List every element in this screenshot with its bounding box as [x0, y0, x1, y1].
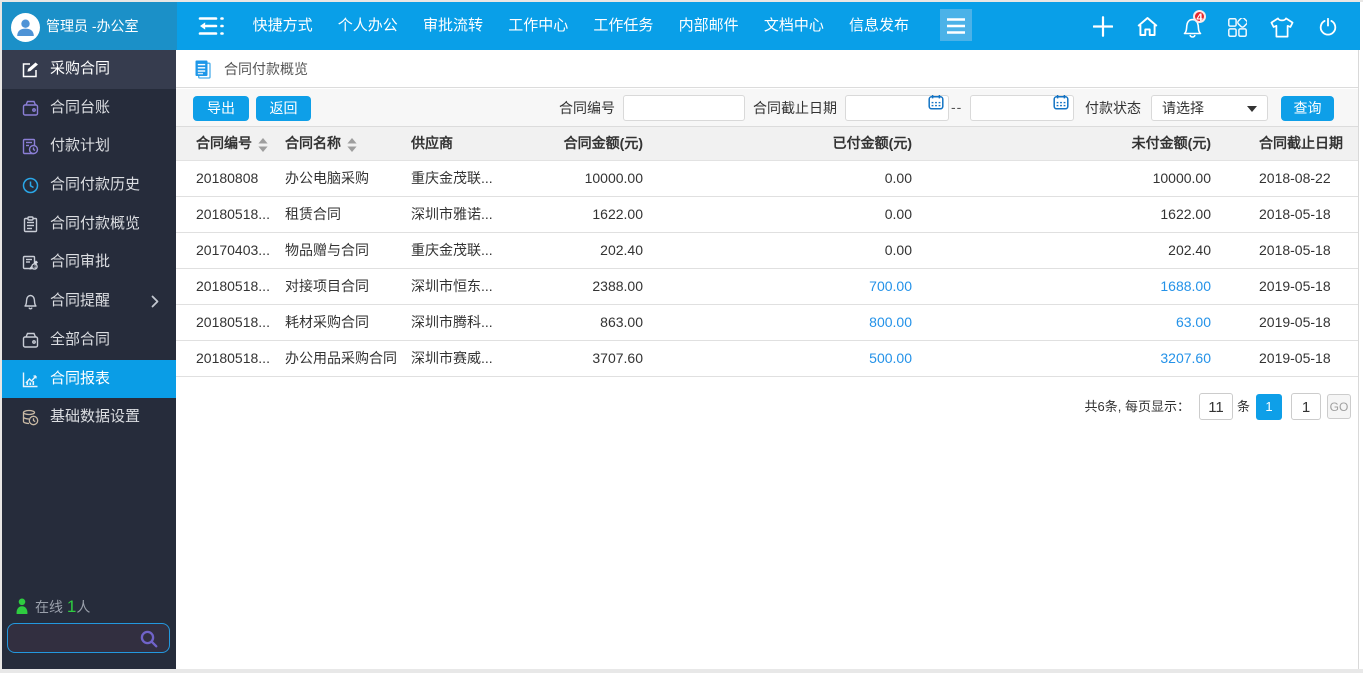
svg-text:4: 4 [33, 265, 36, 271]
